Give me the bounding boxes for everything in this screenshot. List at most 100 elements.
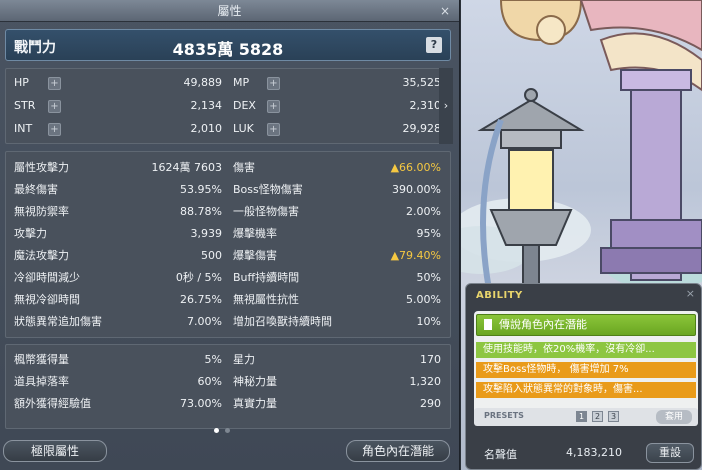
detail-row: Buff持續時間 50%	[233, 267, 441, 289]
stat-value: 35,525	[402, 76, 442, 89]
plus-icon[interactable]: +	[267, 100, 280, 113]
extra-row: 真實力量 290	[233, 393, 441, 415]
detail-label: 傷害	[233, 161, 255, 174]
inner-ability-button[interactable]: 角色內在潛能	[346, 440, 450, 462]
detail-row: Boss怪物傷害 390.00%	[233, 179, 441, 201]
detail-row: 最終傷害 53.95%	[14, 179, 222, 201]
stat-value: 2,010	[190, 122, 223, 135]
ability-title: ABILITY	[476, 290, 523, 301]
page-dot[interactable]	[225, 428, 230, 433]
apply-button[interactable]: 套用	[656, 410, 692, 424]
stat-int: INT + 2,010	[14, 118, 222, 140]
extra-row: 楓幣獲得量 5%	[14, 349, 222, 371]
detail-label: 無視屬性抗性	[233, 293, 299, 306]
detail-row: 爆擊傷害 ▲79.40%	[233, 245, 441, 267]
detail-label: 狀態異常追加傷害	[14, 315, 102, 328]
preset-3-button[interactable]: 3	[608, 411, 619, 422]
extra-label: 神秘力量	[233, 375, 277, 388]
extra-row: 額外獲得經驗值 73.00%	[14, 393, 222, 415]
ability-window: ABILITY × 傳說角色內在潛能 使用技能時，依20%機率，沒有冷卻... …	[465, 283, 702, 470]
detail-value: 1624萬 7603	[151, 161, 223, 174]
plus-icon[interactable]: +	[267, 77, 280, 90]
detail-label: 增加召喚獸持續時間	[233, 315, 332, 328]
detail-value: 0秒 / 5%	[175, 271, 222, 284]
stat-mp: MP + 35,525	[233, 72, 441, 94]
presets-bar: PRESETS 1 2 3 套用	[474, 408, 698, 426]
stat-value: 2,134	[190, 99, 223, 112]
extra-row: 神秘力量 1,320	[233, 371, 441, 393]
extra-row: 星力 170	[233, 349, 441, 371]
plus-icon[interactable]: +	[48, 77, 61, 90]
stat-window-title: 屬性	[0, 0, 459, 22]
extra-row: 道具掉落率 60%	[14, 371, 222, 393]
ability-grade-bar: 傳說角色內在潛能	[476, 314, 696, 336]
detail-label: 無視冷卻時間	[14, 293, 80, 306]
detail-value: 53.95%	[180, 183, 222, 196]
stat-value: 2,310	[409, 99, 442, 112]
detail-label: Boss怪物傷害	[233, 183, 303, 196]
extra-stats-panel: 楓幣獲得量 5% 星力 170 道具掉落率 60% 神秘力量 1,320 額外獲…	[5, 344, 451, 429]
detail-row: 無視屬性抗性 5.00%	[233, 289, 441, 311]
detail-value: 7.00%	[187, 315, 222, 328]
detail-row: 爆擊機率 95%	[233, 223, 441, 245]
detail-value-increase: ▲66.00%	[390, 161, 441, 174]
detail-row: 魔法攻擊力 500	[14, 245, 222, 267]
preset-1-button[interactable]: 1	[576, 411, 587, 422]
detail-value: 2.00%	[406, 205, 441, 218]
detail-label: 屬性攻擊力	[14, 161, 69, 174]
preset-2-button[interactable]: 2	[592, 411, 603, 422]
detail-row: 狀態異常追加傷害 7.00%	[14, 311, 222, 333]
detail-row: 傷害 ▲66.00%	[233, 157, 441, 179]
stat-value: 49,889	[183, 76, 223, 89]
detail-label: 最終傷害	[14, 183, 58, 196]
stat-label: MP	[233, 76, 250, 89]
plus-icon[interactable]: +	[48, 123, 61, 136]
detail-value: 10%	[416, 315, 441, 328]
extra-label: 真實力量	[233, 397, 277, 410]
detail-row: 無視防禦率 88.78%	[14, 201, 222, 223]
detail-value: 50%	[416, 271, 441, 284]
detail-value: 500	[201, 249, 222, 262]
extra-value: 290	[420, 397, 441, 410]
detail-row: 增加召喚獸持續時間 10%	[233, 311, 441, 333]
stat-label: INT	[14, 122, 33, 135]
stat-label: STR	[14, 99, 36, 112]
stat-hp: HP + 49,889	[14, 72, 222, 94]
stat-luk: LUK + 29,928	[233, 118, 441, 140]
detail-label: 無視防禦率	[14, 205, 69, 218]
combat-power-value: 4835萬 5828	[172, 40, 284, 59]
extra-value: 170	[420, 353, 441, 366]
ability-panel: 傳說角色內在潛能 使用技能時，依20%機率，沒有冷卻... 攻擊Boss怪物時，…	[474, 311, 698, 417]
stat-value: 29,928	[402, 122, 442, 135]
ability-line: 攻擊Boss怪物時， 傷害增加 7%	[476, 362, 696, 378]
detail-label: Buff持續時間	[233, 271, 300, 284]
detail-row: 屬性攻擊力 1624萬 7603	[14, 157, 222, 179]
plus-icon[interactable]: +	[267, 123, 280, 136]
detail-value: 88.78%	[180, 205, 222, 218]
page-dot-active[interactable]	[214, 428, 219, 433]
extra-label: 道具掉落率	[14, 375, 69, 388]
detail-label: 魔法攻擊力	[14, 249, 69, 262]
ability-line: 攻擊陷入狀態異常的對象時，傷害...	[476, 382, 696, 398]
reset-button[interactable]: 重設	[646, 443, 694, 463]
stat-label: HP	[14, 76, 29, 89]
expand-arrow-icon[interactable]: ›	[439, 68, 453, 144]
combat-power-bar: 戰鬥力 4835萬 5828 ?	[5, 29, 451, 61]
close-icon[interactable]: ×	[686, 287, 695, 300]
plus-icon[interactable]: +	[48, 100, 61, 113]
detail-value: 95%	[416, 227, 441, 240]
extra-value: 60%	[197, 375, 222, 388]
extra-label: 星力	[233, 353, 255, 366]
honor-label: 名聲值	[484, 448, 517, 461]
detail-row: 冷卻時間減少 0秒 / 5%	[14, 267, 222, 289]
help-icon[interactable]: ?	[426, 37, 442, 53]
detail-label: 冷卻時間減少	[14, 271, 80, 284]
extra-value: 73.00%	[180, 397, 222, 410]
bookmark-icon	[484, 319, 492, 330]
stat-label: DEX	[233, 99, 256, 112]
detail-row: 無視冷卻時間 26.75%	[14, 289, 222, 311]
detail-stats-panel: 屬性攻擊力 1624萬 7603 傷害 ▲66.00% 最終傷害 53.95% …	[5, 151, 451, 338]
close-icon[interactable]: ×	[437, 3, 453, 19]
detail-value: 390.00%	[392, 183, 441, 196]
hyper-stat-button[interactable]: 極限屬性	[3, 440, 107, 462]
